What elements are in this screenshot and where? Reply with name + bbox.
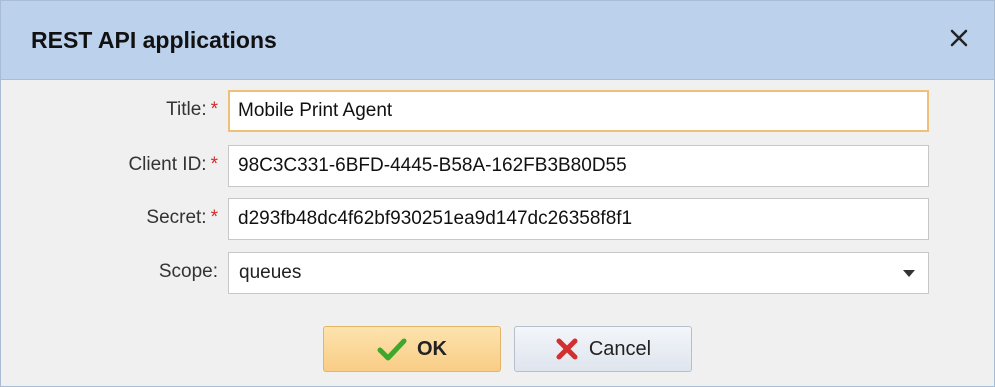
- secret-input[interactable]: [228, 198, 929, 240]
- ok-button[interactable]: OK: [323, 326, 501, 372]
- required-marker: *: [210, 99, 218, 120]
- cancel-label: Cancel: [588, 337, 652, 360]
- scope-label: Scope:: [158, 261, 218, 282]
- dialog-titlebar: REST API applications: [1, 1, 994, 80]
- client-id-row: Client ID: *: [1, 145, 994, 189]
- rest-api-applications-dialog: REST API applications Title:* Client ID:…: [0, 0, 995, 387]
- dialog-title: REST API applications: [31, 27, 277, 53]
- required-marker: *: [210, 207, 218, 228]
- chevron-down-icon[interactable]: [903, 270, 915, 277]
- secret-row: Secret: *: [1, 198, 994, 242]
- checkmark-icon: [377, 338, 407, 361]
- ok-label: OK: [417, 337, 447, 360]
- title-input[interactable]: [228, 90, 929, 132]
- close-icon[interactable]: [942, 21, 976, 55]
- secret-label: Secret: *: [146, 207, 218, 228]
- required-marker: *: [210, 154, 218, 175]
- title-label: Title: *: [166, 99, 218, 120]
- scope-row: Scope: queues: [1, 252, 994, 296]
- x-mark-icon: [556, 338, 578, 360]
- scope-select[interactable]: queues: [228, 252, 929, 294]
- scope-selected-value: queues: [239, 262, 302, 283]
- client-id-input[interactable]: [228, 145, 929, 187]
- title-row: Title: *: [1, 90, 994, 134]
- client-id-label: Client ID: *: [128, 154, 218, 175]
- cancel-button[interactable]: Cancel: [514, 326, 692, 372]
